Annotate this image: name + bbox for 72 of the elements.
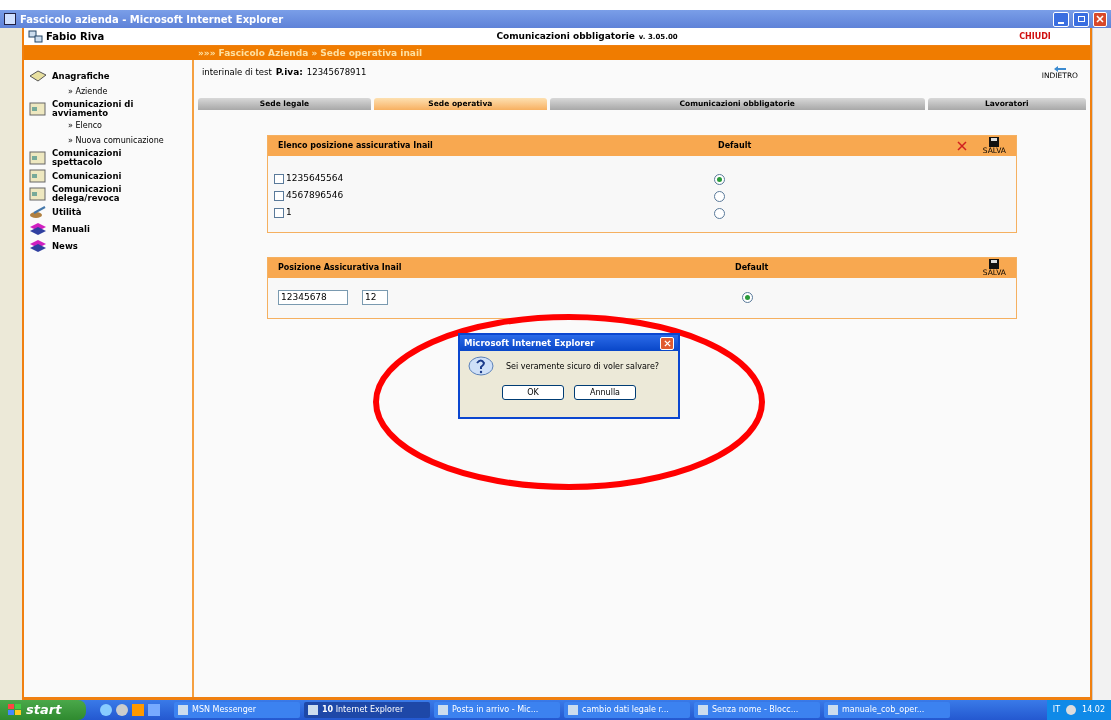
book-icon <box>28 68 48 84</box>
sidebar-subitem[interactable]: » Aziende <box>28 84 192 99</box>
column-header: Default <box>735 262 770 274</box>
books-icon <box>28 221 48 237</box>
taskbar-button[interactable]: Posta in arrivo - Mic... <box>434 702 560 718</box>
vat-number: 12345678911 <box>306 66 367 79</box>
tools-icon <box>28 204 48 220</box>
sidebar-item[interactable]: Anagrafiche <box>52 71 152 81</box>
language-indicator[interactable]: IT <box>1052 704 1061 716</box>
close-icon <box>663 339 671 347</box>
taskbar-button[interactable]: 10 Internet Explorer <box>304 702 430 718</box>
dialog-message: Sei veramente sicuro di voler salvare? <box>506 361 660 373</box>
dialog-close-button[interactable] <box>660 336 674 350</box>
books-icon <box>28 238 48 254</box>
sidebar-item[interactable]: Comunicazioni di avviamento <box>52 100 152 118</box>
windows-logo-icon <box>8 704 22 716</box>
document-icon <box>28 101 48 117</box>
sidebar-item[interactable]: Comunicazioni <box>52 171 152 181</box>
column-header: Default <box>718 140 753 152</box>
quick-launch-icon[interactable] <box>116 704 128 716</box>
taskbar-button[interactable]: Senza nome - Blocc... <box>694 702 820 718</box>
position-code: 4567896546 <box>286 189 344 203</box>
radio-button[interactable] <box>742 292 753 303</box>
restore-button[interactable] <box>1073 11 1089 27</box>
taskbar-button[interactable]: cambio dati legale r... <box>564 702 690 718</box>
users-icon <box>28 29 44 44</box>
window-title: Fascicolo azienda - Microsoft Internet Explorer <box>20 12 285 27</box>
sidebar-subitem[interactable]: » Nuova comunicazione <box>28 133 192 148</box>
app-title: Comunicazioni obbligatorie <box>496 29 635 43</box>
panel-title: Posizione Assicurativa Inail <box>278 262 403 274</box>
browser-icon <box>4 13 16 25</box>
dialog-button[interactable]: OK <box>502 385 564 400</box>
quick-launch-icon[interactable] <box>100 704 112 716</box>
sidebar-subitem[interactable]: » Elenco <box>28 118 192 133</box>
company-name: interinale di test <box>202 66 272 79</box>
sidebar-item[interactable]: Comunicazioni delega/revoca <box>52 185 152 203</box>
close-icon <box>1096 15 1104 23</box>
clock: 14.02 <box>1082 704 1105 716</box>
back-arrow-icon <box>1053 66 1066 72</box>
panel-title: Elenco posizione assicurativa Inail <box>278 140 434 152</box>
scrollbar[interactable] <box>1092 28 1111 700</box>
start-button[interactable]: start <box>0 700 86 720</box>
sidebar-item[interactable]: Manuali <box>52 224 152 234</box>
document-icon <box>28 186 48 202</box>
sidebar-item[interactable]: Comunicazioni spettacolo <box>52 149 152 167</box>
position-code: 1 <box>286 206 292 220</box>
radio-button[interactable] <box>714 190 725 202</box>
radio-button[interactable] <box>714 207 725 219</box>
checkbox[interactable] <box>274 208 284 218</box>
input-field[interactable]: 12 <box>362 290 388 305</box>
close-link[interactable]: CHIUDI <box>980 30 1090 43</box>
minimize-button[interactable] <box>1053 11 1069 27</box>
position-code: 1235645564 <box>286 172 344 186</box>
question-icon <box>468 355 494 379</box>
vat-label: P.iva: <box>275 66 303 79</box>
taskbar-button[interactable]: MSN Messenger <box>174 702 300 718</box>
close-window-button[interactable] <box>1093 11 1107 27</box>
tray-icon[interactable] <box>1066 705 1077 715</box>
delete-icon[interactable] <box>956 141 967 151</box>
breadcrumb: »»» Fascicolo Azienda » Sede operativa inail <box>197 47 423 60</box>
input-field[interactable]: 12345678 <box>278 290 348 305</box>
sidebar-item[interactable]: Utilità <box>52 207 152 217</box>
taskbar-button[interactable]: manuale_cob_oper... <box>824 702 950 718</box>
user-name: Fabio Riva <box>46 30 105 44</box>
radio-button[interactable] <box>714 173 725 185</box>
dialog-button[interactable]: Annulla <box>574 385 636 400</box>
document-icon <box>28 168 48 184</box>
checkbox[interactable] <box>274 191 284 201</box>
checkbox[interactable] <box>274 174 284 184</box>
document-icon <box>28 150 48 166</box>
sidebar-item[interactable]: News <box>52 241 152 251</box>
dialog-title: Microsoft Internet Explorer <box>464 336 596 350</box>
